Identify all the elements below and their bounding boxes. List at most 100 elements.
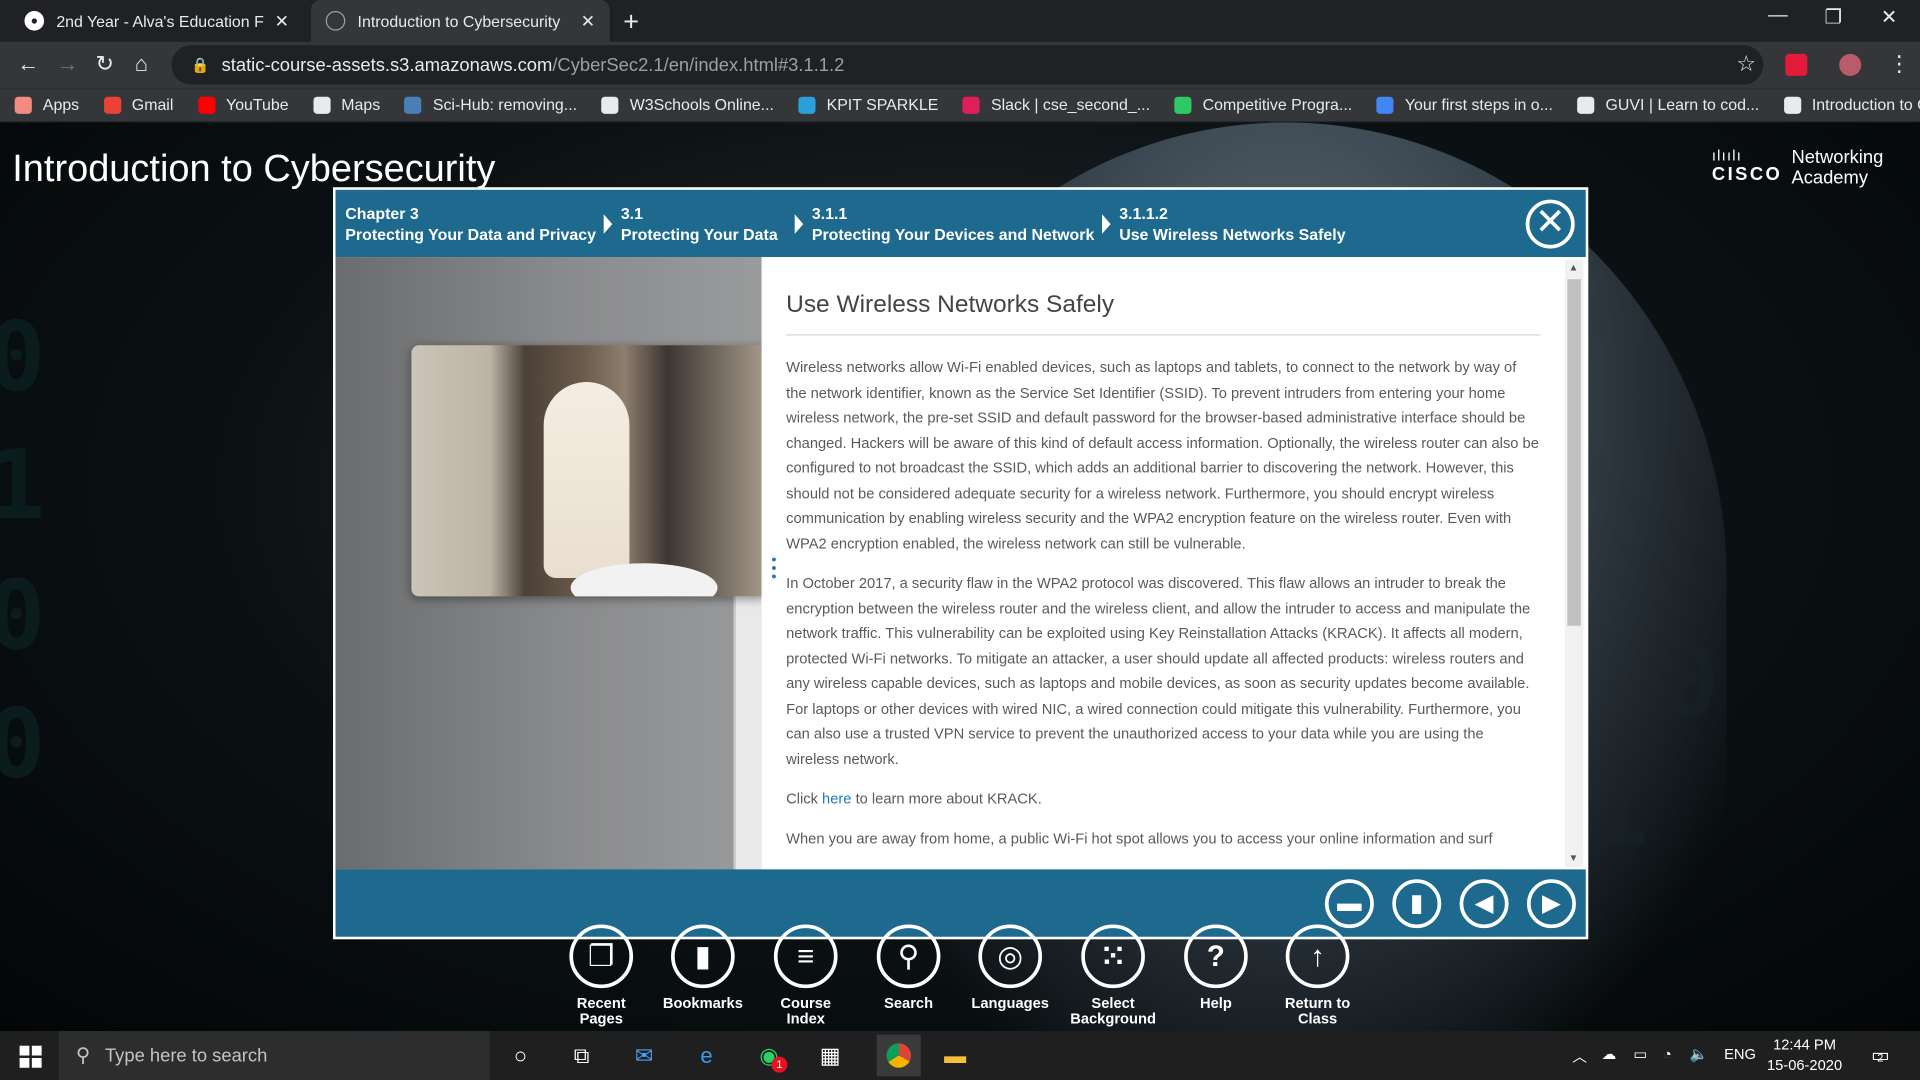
- url-bar[interactable]: 🔒 static-course-assets.s3.amazonaws.com /…: [171, 45, 1764, 85]
- course-dock: ❐ Recent Pages ▮ Bookmarks ≡ Course Index ⚲ Se…: [563, 924, 1371, 1031]
- bookmarks-bar: Apps Gmail YouTube Maps Sci-Hub: removing...…: [0, 88, 1920, 123]
- tab-cybersecurity[interactable]: Introduction to Cybersecurity ✕: [311, 0, 610, 42]
- wifi-cafe-photo: [411, 345, 762, 597]
- mail-icon[interactable]: ✉: [628, 1041, 660, 1070]
- task-view-icon[interactable]: ⧉: [566, 1041, 598, 1070]
- chevron-up-icon[interactable]: ︿: [1572, 1046, 1587, 1067]
- new-tab-icon[interactable]: +: [623, 6, 639, 38]
- chevron-right-icon: [794, 214, 804, 234]
- select-background-button[interactable]: ⁙ Select Background: [1070, 924, 1156, 1027]
- bookmark-item[interactable]: Slack | cse_second_...: [962, 96, 1150, 114]
- course-title: Introduction to Cybersecurity: [12, 146, 496, 190]
- article-title: Use Wireless Networks Safely: [786, 291, 1541, 336]
- google-icon: [1376, 96, 1394, 114]
- battery-icon[interactable]: ▭: [1633, 1046, 1647, 1063]
- modal-header: Chapter 3 Protecting Your Data and Priva…: [335, 189, 1586, 258]
- paragraph: In October 2017, a security flaw in the …: [786, 574, 1531, 768]
- close-modal-icon[interactable]: ✕: [1525, 199, 1575, 249]
- media-pane: [335, 257, 762, 870]
- home-icon[interactable]: ⌂: [135, 51, 148, 77]
- forward-icon[interactable]: →: [56, 51, 78, 77]
- resize-handle-icon[interactable]: • • •: [771, 552, 776, 584]
- globe-icon: [313, 96, 331, 114]
- close-window-icon[interactable]: ✕: [1881, 5, 1897, 29]
- help-icon: ?: [1184, 924, 1248, 989]
- wifi-icon[interactable]: ◔: [1663, 1046, 1672, 1063]
- bookmark-item[interactable]: Maps: [313, 96, 380, 114]
- onedrive-icon[interactable]: ☁: [1602, 1046, 1617, 1063]
- chevron-right-icon: [603, 214, 613, 234]
- globe-icon: [601, 96, 619, 114]
- bookmark-item[interactable]: Gmail: [103, 96, 173, 114]
- previous-icon[interactable]: ◀: [1459, 879, 1509, 929]
- minimize-icon[interactable]: —: [1768, 5, 1788, 27]
- scrollbar[interactable]: ▲ ▼: [1564, 259, 1584, 867]
- scrollbar-thumb[interactable]: [1567, 279, 1581, 626]
- course-index-button[interactable]: ≡ Course Index: [763, 924, 849, 1027]
- tab-alvas[interactable]: ● 2nd Year - Alva's Education Found ✕: [10, 0, 304, 42]
- comment-icon[interactable]: ▬: [1324, 879, 1374, 929]
- github-icon: ●: [24, 11, 45, 31]
- breadcrumb-section[interactable]: 3.1 Protecting Your Data: [603, 203, 778, 245]
- reload-icon[interactable]: ↻: [96, 51, 114, 77]
- globe-icon: [1783, 96, 1801, 114]
- bookmark-icon: ▮: [671, 924, 735, 989]
- apps-grid-icon: [14, 96, 32, 114]
- hackerrank-icon: [1174, 96, 1192, 114]
- menu-kebab-icon[interactable]: ⋮: [1888, 51, 1910, 77]
- chevron-right-icon: [1102, 214, 1111, 234]
- bookmark-item[interactable]: W3Schools Online...: [601, 96, 774, 114]
- extension-icon[interactable]: [1785, 53, 1808, 76]
- breadcrumb-chapter[interactable]: Chapter 3 Protecting Your Data and Priva…: [345, 203, 596, 245]
- return-to-class-button[interactable]: ↑ Return to Class: [1275, 924, 1361, 1027]
- close-tab-icon[interactable]: ✕: [581, 10, 595, 31]
- scroll-down-icon[interactable]: ▼: [1569, 852, 1579, 863]
- paragraph: Wireless networks allow Wi-Fi enabled de…: [786, 358, 1539, 552]
- paragraph: When you are away from home, a public Wi…: [786, 829, 1493, 847]
- bookmark-item[interactable]: Sci-Hub: removing...: [404, 96, 577, 114]
- krack-link[interactable]: here: [822, 790, 851, 807]
- breadcrumb-page[interactable]: 3.1.1.2 Use Wireless Networks Safely: [1102, 203, 1346, 245]
- next-icon[interactable]: ▶: [1526, 879, 1576, 929]
- restore-icon[interactable]: ❐: [1825, 5, 1843, 29]
- volume-icon[interactable]: 🔈: [1690, 1046, 1708, 1063]
- breadcrumb-subsection[interactable]: 3.1.1 Protecting Your Devices and Networ…: [794, 203, 1094, 245]
- help-button[interactable]: ? Help: [1173, 924, 1259, 1011]
- youtube-icon: [197, 96, 216, 114]
- bookmarks-button[interactable]: ▮ Bookmarks: [660, 924, 746, 1011]
- file-explorer-icon[interactable]: ▬: [939, 1041, 971, 1070]
- bookmark-star-icon[interactable]: ☆: [1736, 51, 1756, 77]
- bookmark-item[interactable]: KPIT SPARKLE: [798, 96, 938, 114]
- bookmark-item[interactable]: Introduction to Cyb...: [1783, 96, 1920, 114]
- search-button[interactable]: ⚲ Search: [866, 924, 952, 1011]
- clock[interactable]: 12:44 PM 15-06-2020: [1767, 1035, 1842, 1077]
- bookmark-item[interactable]: GUVI | Learn to cod...: [1577, 96, 1759, 114]
- whatsapp-icon[interactable]: ◉ 1: [753, 1041, 788, 1073]
- recent-pages-button[interactable]: ❐ Recent Pages: [558, 924, 644, 1027]
- edge-icon[interactable]: e: [691, 1041, 723, 1070]
- notifications-icon[interactable]: ▭2: [1871, 1043, 1890, 1067]
- scihub-icon: [404, 96, 422, 114]
- bookmark-item[interactable]: Your first steps in o...: [1376, 96, 1553, 114]
- slack-icon: [962, 96, 980, 114]
- tablet-graphic: [733, 557, 762, 870]
- profile-avatar[interactable]: [1839, 53, 1862, 76]
- course-page: 0100 R0001 Introduction to Cybersecurity…: [0, 122, 1920, 1032]
- store-icon[interactable]: ▦: [814, 1041, 846, 1070]
- bookmark-item[interactable]: Apps: [14, 96, 79, 114]
- bookmark-icon[interactable]: ▮: [1392, 879, 1442, 929]
- globe-icon: [1577, 96, 1595, 114]
- windows-start-icon[interactable]: [19, 1045, 42, 1068]
- language-indicator[interactable]: ENG: [1724, 1046, 1756, 1063]
- chrome-icon[interactable]: [876, 1034, 921, 1077]
- bookmark-item[interactable]: YouTube: [197, 96, 289, 114]
- bookmark-item[interactable]: Competitive Progra...: [1174, 96, 1352, 114]
- scroll-up-icon[interactable]: ▲: [1569, 262, 1579, 273]
- article: Use Wireless Networks Safely Wireless ne…: [786, 291, 1541, 865]
- back-icon[interactable]: ←: [17, 51, 39, 77]
- search-icon: ⚲: [876, 924, 941, 989]
- languages-button[interactable]: ◎ Languages: [967, 924, 1053, 1011]
- close-tab-icon[interactable]: ✕: [275, 10, 289, 31]
- taskbar-search[interactable]: ⚲ Type here to search: [58, 1031, 490, 1080]
- cortana-icon[interactable]: ○: [504, 1041, 536, 1070]
